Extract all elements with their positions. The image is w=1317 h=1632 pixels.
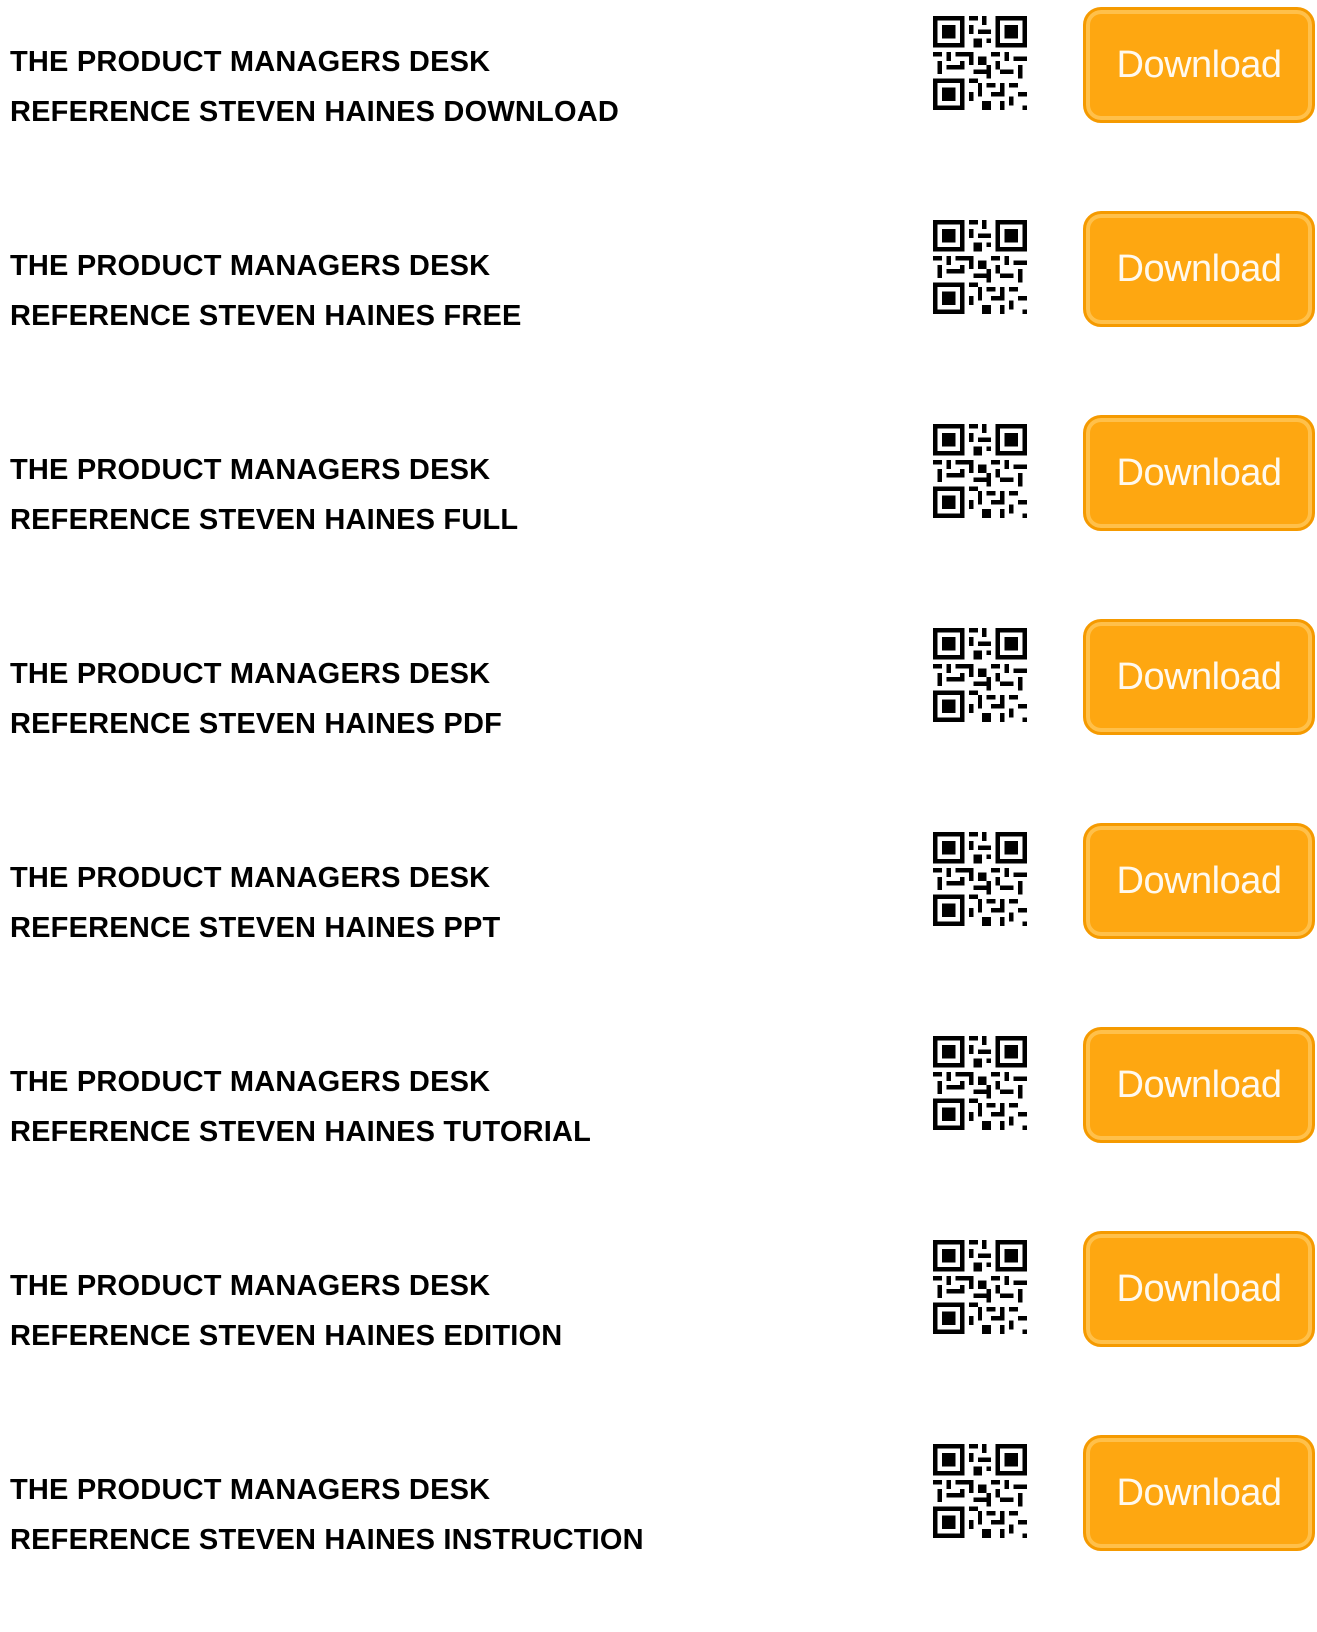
item-title: THE PRODUCT MANAGERS DESK REFERENCE STEV… [10,241,522,341]
qr-code-icon [933,832,1027,926]
list-item: THE PRODUCT MANAGERS DESK REFERENCE STEV… [0,0,1317,204]
item-title-line1: THE PRODUCT MANAGERS DESK [10,862,491,894]
item-title: THE PRODUCT MANAGERS DESK REFERENCE STEV… [10,445,518,545]
list-item: THE PRODUCT MANAGERS DESK REFERENCE STEV… [0,1224,1317,1428]
qr-code-icon [933,424,1027,518]
list-item: THE PRODUCT MANAGERS DESK REFERENCE STEV… [0,204,1317,408]
download-button-label: Download [1116,655,1283,698]
item-title: THE PRODUCT MANAGERS DESK REFERENCE STEV… [10,1057,591,1157]
download-button[interactable]: Download [1083,415,1315,531]
download-button[interactable]: Download [1083,211,1315,327]
list-item: THE PRODUCT MANAGERS DESK REFERENCE STEV… [0,1020,1317,1224]
item-title-line2: REFERENCE STEVEN HAINES FULL [10,504,519,536]
list-item: THE PRODUCT MANAGERS DESK REFERENCE STEV… [0,612,1317,816]
download-button-label: Download [1116,43,1283,86]
item-title: THE PRODUCT MANAGERS DESK REFERENCE STEV… [10,1465,644,1565]
download-button-label: Download [1116,247,1283,290]
item-title: THE PRODUCT MANAGERS DESK REFERENCE STEV… [10,853,500,953]
download-button-label: Download [1116,859,1283,902]
qr-code-icon [933,1036,1027,1130]
download-button[interactable]: Download [1083,1231,1315,1347]
item-title-line1: THE PRODUCT MANAGERS DESK [10,1474,491,1506]
item-title-line1: THE PRODUCT MANAGERS DESK [10,454,491,486]
download-button[interactable]: Download [1083,1435,1315,1551]
item-title-line1: THE PRODUCT MANAGERS DESK [10,1066,491,1098]
list-item: THE PRODUCT MANAGERS DESK REFERENCE STEV… [0,1428,1317,1632]
download-button-label: Download [1116,1063,1283,1106]
qr-code-icon [933,1444,1027,1538]
list-item: THE PRODUCT MANAGERS DESK REFERENCE STEV… [0,816,1317,1020]
qr-code-icon [933,628,1027,722]
item-title-line2: REFERENCE STEVEN HAINES EDITION [10,1320,563,1352]
download-button[interactable]: Download [1083,619,1315,735]
download-button[interactable]: Download [1083,1027,1315,1143]
download-button-label: Download [1116,451,1283,494]
item-title-line2: REFERENCE STEVEN HAINES FREE [10,300,522,332]
download-button-label: Download [1116,1267,1283,1310]
download-button[interactable]: Download [1083,823,1315,939]
item-title-line1: THE PRODUCT MANAGERS DESK [10,658,491,690]
item-title-line2: REFERENCE STEVEN HAINES PDF [10,708,503,740]
download-button[interactable]: Download [1083,7,1315,123]
qr-code-icon [933,220,1027,314]
qr-code-icon [933,16,1027,110]
item-title-line2: REFERENCE STEVEN HAINES PPT [10,912,501,944]
download-button-label: Download [1116,1471,1283,1514]
item-title-line1: THE PRODUCT MANAGERS DESK [10,250,491,282]
list-item: THE PRODUCT MANAGERS DESK REFERENCE STEV… [0,408,1317,612]
qr-code-icon [933,1240,1027,1334]
item-title-line2: REFERENCE STEVEN HAINES TUTORIAL [10,1116,592,1148]
item-title-line2: REFERENCE STEVEN HAINES DOWNLOAD [10,96,619,128]
item-title: THE PRODUCT MANAGERS DESK REFERENCE STEV… [10,37,619,137]
item-title-line1: THE PRODUCT MANAGERS DESK [10,46,491,78]
item-title-line2: REFERENCE STEVEN HAINES INSTRUCTION [10,1524,644,1556]
item-title-line1: THE PRODUCT MANAGERS DESK [10,1270,491,1302]
item-title: THE PRODUCT MANAGERS DESK REFERENCE STEV… [10,649,502,749]
item-title: THE PRODUCT MANAGERS DESK REFERENCE STEV… [10,1261,562,1361]
